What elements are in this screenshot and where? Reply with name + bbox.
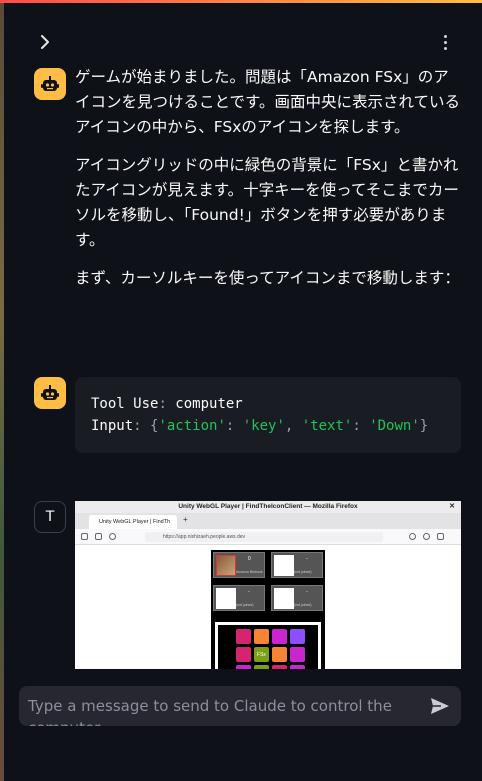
- chevron-right-icon[interactable]: [36, 32, 54, 52]
- browser-content: 0 Amazon Bedrock - (not joined) - (not j…: [75, 545, 461, 669]
- player-slot: 0 Amazon Bedrock: [213, 552, 265, 578]
- close-icon: ✕: [449, 503, 455, 510]
- message-paragraph: ゲームが始まりました。問題は「Amazon FSx」のアイコンを見つけることです…: [75, 68, 461, 136]
- player-score: -: [306, 556, 308, 562]
- game-canvas: 0 Amazon Bedrock - (not joined) - (not j…: [211, 550, 325, 669]
- extensions-icon: [437, 533, 444, 540]
- grid-icon: [290, 629, 305, 644]
- tool-name: computer: [175, 396, 243, 412]
- player-score: -: [306, 589, 308, 595]
- player-slot: - (not joined): [271, 585, 323, 611]
- icon-grid: FSx: [215, 622, 321, 669]
- message-paragraph: まず、カーソルキーを使ってアイコンまで移動します：: [75, 269, 460, 287]
- tool-input-line: Input: {'action': 'key', 'text': 'Down'}: [91, 418, 429, 434]
- grid-icon: [236, 629, 251, 644]
- fsx-icon: FSx: [254, 647, 269, 662]
- player-avatar-empty: [216, 588, 236, 609]
- kebab-menu-icon[interactable]: [436, 30, 454, 54]
- grid-icon: [236, 665, 251, 669]
- player-avatar: [216, 555, 236, 576]
- window-title: Unity WebGL Player | FindTheIconClient —…: [178, 503, 358, 510]
- player-slot: - (not joined): [271, 552, 323, 578]
- player-avatar-empty: [274, 555, 294, 576]
- player-name: (not joined): [236, 603, 254, 607]
- message-paragraph: アイコングリッドの中に緑色の背景に「FSx」と書かれたアイコンが見えます。十字キ…: [75, 156, 459, 249]
- tool-use-line: Tool Use: computer: [91, 396, 243, 412]
- player-score: 0: [248, 556, 251, 562]
- chat-header: [0, 28, 482, 56]
- assistant-tool-message: Tool Use: computer Input: {'action': 'ke…: [34, 377, 464, 453]
- screenshot-image: Unity WebGL Player | FindTheIconClient —…: [75, 501, 461, 669]
- forward-icon: [95, 533, 102, 540]
- back-icon: [81, 533, 88, 540]
- tool-use-code-block: Tool Use: computer Input: {'action': 'ke…: [75, 377, 461, 453]
- grid-icon: [254, 629, 269, 644]
- grid-icon: [254, 665, 269, 669]
- grid-icon: [272, 647, 287, 662]
- robot-icon: [34, 68, 66, 100]
- player-name: Amazon Bedrock: [236, 570, 263, 574]
- browser-navbar: https://app.nishizaeh.people.aws.dev: [75, 529, 461, 545]
- user-message: T Unity WebGL Player | FindTheIconClient…: [34, 501, 464, 669]
- background-edge: [0, 0, 4, 781]
- player-name: (not joined): [294, 603, 312, 607]
- top-decoration-bar: [0, 0, 482, 3]
- player-slot: - (not joined): [213, 585, 265, 611]
- input-key: 'action': [158, 418, 226, 434]
- grid-icon: [290, 665, 305, 669]
- robot-icon: [34, 377, 66, 409]
- send-icon[interactable]: [429, 695, 451, 717]
- reload-icon: [109, 533, 116, 540]
- input-value: 'key': [242, 418, 285, 434]
- input-label: Input: [91, 418, 134, 434]
- assistant-message: ゲームが始まりました。問題は「Amazon FSx」のアイコンを見つけることです…: [34, 68, 464, 338]
- grid-icon: [272, 665, 287, 669]
- browser-tab: Unity WebGL Player | FindTh: [89, 515, 177, 529]
- window-titlebar: Unity WebGL Player | FindTheIconClient —…: [75, 501, 461, 513]
- grid-icon: [272, 629, 287, 644]
- player-avatar-empty: [274, 588, 294, 609]
- player-score: -: [248, 589, 250, 595]
- user-avatar: T: [34, 501, 66, 533]
- chat-input-placeholder[interactable]: Type a message to send to Claude to cont…: [28, 695, 428, 726]
- new-tab-icon: +: [183, 515, 188, 524]
- message-text: ゲームが始まりました。問題は「Amazon FSx」のアイコンを見つけることです…: [75, 65, 463, 304]
- player-name: (not joined): [294, 570, 312, 574]
- grid-icon: [290, 647, 305, 662]
- chat-input[interactable]: Type a message to send to Claude to cont…: [19, 686, 461, 726]
- shield-icon: [409, 533, 416, 540]
- account-icon: [423, 533, 430, 540]
- browser-tabstrip: Unity WebGL Player | FindTh +: [75, 513, 461, 529]
- grid-icon: [236, 647, 251, 662]
- url-bar: https://app.nishizaeh.people.aws.dev: [145, 532, 383, 542]
- tool-use-label: Tool Use: [91, 396, 159, 412]
- input-key: 'text': [301, 418, 353, 434]
- input-value: 'Down': [369, 418, 420, 434]
